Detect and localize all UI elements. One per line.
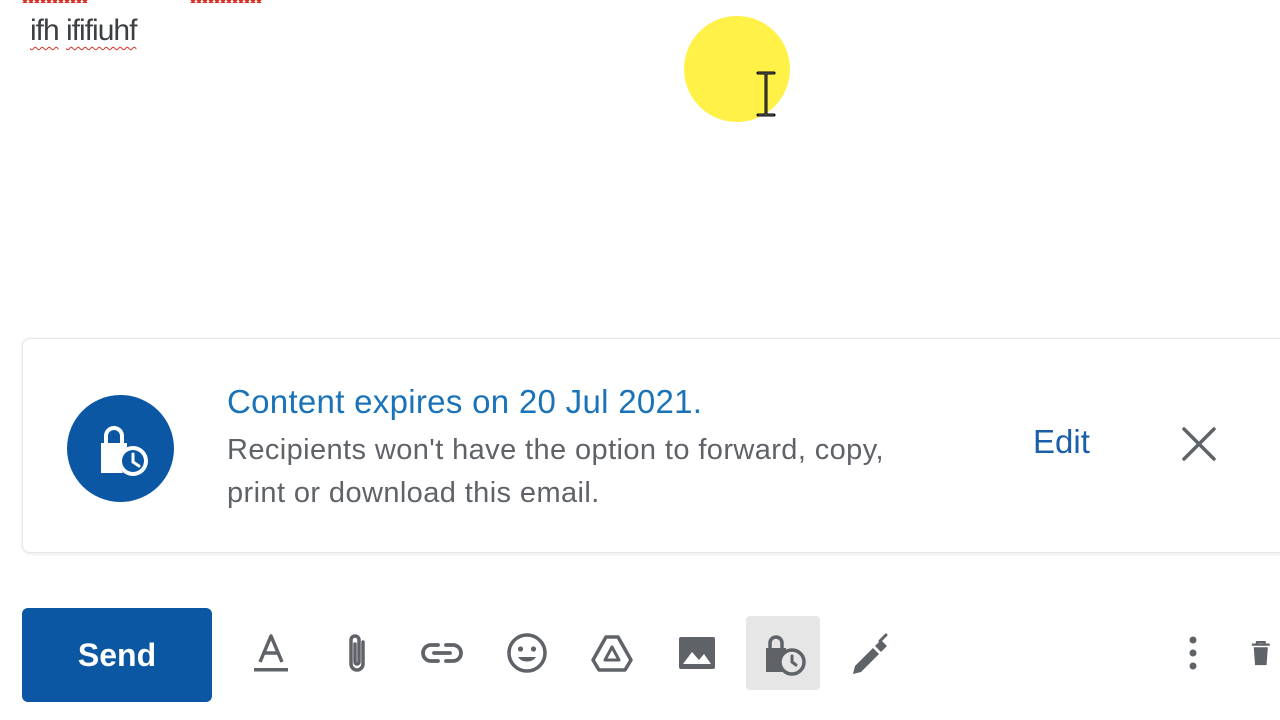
misspelled-word: ififiuhf (66, 14, 137, 47)
pen-icon (853, 633, 888, 674)
image-icon (679, 637, 715, 669)
drive-icon (591, 635, 633, 672)
insert-from-drive-button[interactable] (575, 616, 649, 690)
send-button[interactable]: Send (22, 608, 212, 702)
formatting-options-button[interactable] (234, 616, 308, 690)
compose-body[interactable]: ifh ififiuhf (0, 0, 1280, 330)
insert-photo-button[interactable] (660, 616, 734, 690)
trash-icon (1251, 641, 1270, 666)
restriction-description: Recipients won't have the option to forw… (227, 434, 884, 509)
edit-confidential-link[interactable]: Edit (1033, 423, 1090, 461)
spellcheck-underline (22, 0, 88, 3)
more-options-button[interactable] (1156, 616, 1230, 690)
discard-draft-button[interactable] (1236, 616, 1280, 690)
more-vert-icon (1189, 636, 1197, 670)
confidential-lock-clock-icon (67, 395, 174, 502)
compose-body-text[interactable]: ifh ififiuhf (30, 14, 137, 48)
text-format-icon (254, 634, 288, 672)
emoji-icon (507, 633, 547, 673)
attach-files-button[interactable] (320, 616, 394, 690)
insert-emoji-button[interactable] (490, 616, 564, 690)
expiry-title: Content expires on 20 Jul 2021. (227, 383, 703, 420)
link-icon (421, 643, 463, 663)
spellcheck-underline (190, 0, 262, 3)
close-icon[interactable] (1178, 423, 1220, 465)
confidential-mode-button[interactable] (746, 616, 820, 690)
text-cursor-icon (756, 71, 776, 117)
insert-link-button[interactable] (405, 616, 479, 690)
lock-clock-icon (766, 635, 806, 676)
confidential-mode-banner: Content expires on 20 Jul 2021. Recipien… (22, 338, 1280, 553)
misspelled-word: ifh (30, 14, 60, 47)
paperclip-icon (349, 634, 365, 672)
insert-signature-button[interactable] (831, 616, 905, 690)
